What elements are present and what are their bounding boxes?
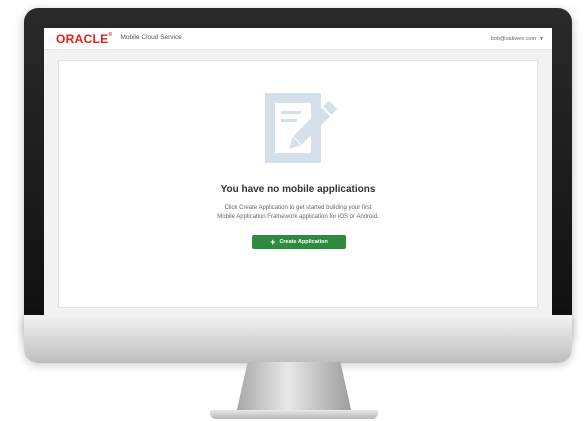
empty-state-panel: You have no mobile applications Click Cr…	[58, 60, 538, 308]
content-area: You have no mobile applications Click Cr…	[44, 50, 552, 318]
empty-state-title: You have no mobile applications	[220, 184, 376, 195]
monitor-chin	[24, 315, 572, 363]
create-application-label: Create Application	[279, 239, 328, 245]
create-application-button[interactable]: + Create Application	[252, 235, 346, 249]
chevron-down-icon: ▼	[539, 35, 544, 42]
edit-document-icon	[265, 93, 337, 163]
monitor-mockup: ORACLE® Mobile Cloud Service bob@oakwex.…	[0, 0, 588, 421]
product-name: Mobile Cloud Service	[120, 34, 182, 42]
app-header: ORACLE® Mobile Cloud Service bob@oakwex.…	[44, 28, 552, 50]
description-line-2: Mobile Application Framework application…	[217, 214, 379, 220]
plus-icon: +	[270, 236, 276, 247]
user-menu[interactable]: bob@oakwex.com ▼	[491, 36, 544, 42]
monitor-stand-base	[210, 410, 378, 419]
user-email: bob@oakwex.com	[490, 35, 537, 42]
oracle-logo[interactable]: ORACLE®	[56, 32, 112, 45]
monitor-stand-neck	[236, 362, 352, 414]
screen: ORACLE® Mobile Cloud Service bob@oakwex.…	[44, 28, 552, 318]
empty-state-description: Click Create Application to get started …	[59, 204, 537, 222]
description-line-1: Click Create Application to get started …	[224, 205, 372, 211]
